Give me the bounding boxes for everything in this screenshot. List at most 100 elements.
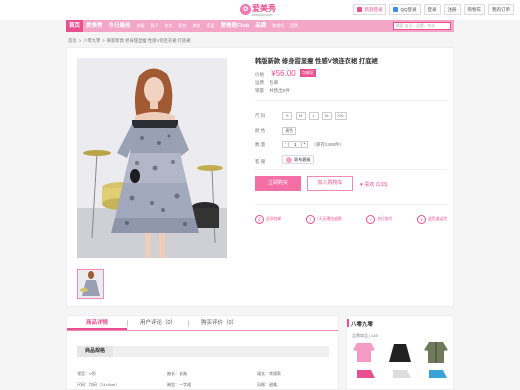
color-option[interactable]: 黄色 <box>282 127 297 135</box>
tab-purchase-reviews[interactable]: 购买评价（0） <box>189 316 249 330</box>
weibo-login-link[interactable]: 新浪登录 <box>353 4 387 15</box>
nav-item-beauty[interactable]: 美妆 <box>190 20 204 32</box>
site-logo[interactable]: ✿ 爱美秀 aimeixiu.com <box>240 3 284 18</box>
sidebar-product[interactable] <box>349 368 379 390</box>
breadcrumb-home[interactable]: 首页 <box>68 38 77 44</box>
quantity-row: 数 量 -1 + （库存2499件） <box>255 141 344 148</box>
quantity-input[interactable]: 1 <box>289 141 302 148</box>
breadcrumb-category[interactable]: 八零九零 <box>83 38 100 44</box>
tab-user-reviews[interactable]: 用户评论（0） <box>128 316 188 330</box>
nav-item-home-goods[interactable]: 家居 <box>204 20 218 32</box>
sidebar-brand-line: 品牌商品 | 185 <box>352 333 378 338</box>
model-dress-illustration <box>77 58 227 258</box>
check-icon: √ <box>366 215 376 224</box>
my-orders-link[interactable]: 我的订单 <box>488 4 514 15</box>
sales-value: 共售出0件 <box>269 88 290 93</box>
price-row: 价格 ¥56.00 包邮区 <box>255 69 316 78</box>
divider <box>255 204 447 205</box>
green-jacket-image <box>424 342 448 363</box>
logo-domain: aimeixiu.com <box>252 13 273 17</box>
size-option-s[interactable]: S <box>282 112 293 120</box>
product-photo[interactable] <box>77 58 227 258</box>
sales-row: 销量 共售出0件 <box>255 88 290 94</box>
add-to-cart-button[interactable]: 加入购物车 <box>307 176 353 191</box>
quantity-label: 数 量 <box>255 141 266 147</box>
tab-product-details[interactable]: 商品详情 <box>67 316 127 330</box>
spec-item: 领型：V领 <box>77 371 96 376</box>
sidebar-product[interactable] <box>421 368 451 390</box>
sidebar-product[interactable] <box>349 340 379 364</box>
nav-item-clothes[interactable]: 衣服 <box>134 20 148 32</box>
spec-item: 裙长：常规款 <box>257 371 281 376</box>
product-info: 韩版新款 修身甜显瘦 性感V领连衣裙 打底裙 价格 ¥56.00 包邮区 运费 … <box>255 56 447 224</box>
blue-jacket-image <box>429 370 447 378</box>
sidebar-product[interactable] <box>385 368 415 390</box>
size-option-xl[interactable]: XL <box>322 112 333 120</box>
breadcrumb-separator: > <box>102 38 105 43</box>
brand-sidebar: 八零九零 品牌商品 | 185 <box>346 315 454 390</box>
breadcrumb-current: 韩新新款 修身甜显瘦 性感V领连衣裙 打底裙 <box>106 38 191 43</box>
color-label: 颜 色 <box>255 128 266 133</box>
breadcrumb-separator: > <box>78 38 82 43</box>
service-label: 客 服 <box>255 158 266 164</box>
nav-item-accessories[interactable]: 配饰 <box>176 20 190 32</box>
size-option-xxl[interactable]: XXL <box>335 112 347 120</box>
search-input[interactable]: 搜索 宝贝，品牌，杂志 <box>393 22 451 30</box>
size-row: 尺 码 S M L XL XXL <box>255 112 349 120</box>
nav-item-groupbuy[interactable]: 团购 <box>287 20 301 32</box>
sidebar-title: 八零九零 <box>351 322 374 328</box>
cart-link[interactable]: 购物车 <box>463 4 485 15</box>
guarantee-badges: 正全场包邮 7 7天无理由退换 √ 先行赔付 ¥ 退货退运险 <box>255 215 447 224</box>
nav-item-hot[interactable]: 今日最热 <box>106 20 134 32</box>
main-nav: 首页 爱美秀 今日最热 衣服 鞋子 包包 配饰 美妆 家居 爱美居Club 品牌… <box>66 20 454 32</box>
spec-header: 商品规格 <box>77 346 329 357</box>
qq-icon <box>393 7 399 12</box>
sidebar-product[interactable] <box>385 340 415 364</box>
nav-item-bags[interactable]: 包包 <box>162 20 176 32</box>
sidebar-product[interactable] <box>421 340 451 364</box>
avatar-icon <box>286 156 293 163</box>
top-bar: ✿ 爱美秀 aimeixiu.com 新浪登录 QQ登录 登录 注册 购物车 我… <box>0 0 520 20</box>
contact-service-button[interactable]: 联系客服 <box>282 155 315 164</box>
spec-item: 袖型：一字裙 <box>167 382 191 387</box>
accent-bar <box>347 319 349 327</box>
nav-item-camera[interactable]: 聚相机 <box>269 20 287 32</box>
shipping-row: 运费 包邮 <box>255 80 278 86</box>
price-tag-badge: 包邮区 <box>300 69 316 77</box>
quantity-increase-button[interactable]: + <box>301 141 309 148</box>
divider <box>255 100 447 101</box>
nav-item-club[interactable]: 爱美居Club <box>218 20 253 32</box>
size-option-m[interactable]: M <box>295 112 306 120</box>
nav-item-home[interactable]: 首页 <box>66 20 84 32</box>
nav-item-aimeixiu[interactable]: 爱美秀 <box>83 20 106 32</box>
red-coat-image <box>357 370 375 378</box>
nav-item-shoes[interactable]: 鞋子 <box>148 20 162 32</box>
sales-label: 销量 <box>255 88 264 93</box>
quantity-decrease-button[interactable]: - <box>282 141 290 148</box>
heart-icon: ♥ <box>360 182 363 188</box>
nav-item-brands[interactable]: 品牌 <box>252 20 269 32</box>
product-thumbnail[interactable] <box>77 269 104 299</box>
black-skirt-image <box>389 344 411 362</box>
weibo-icon <box>357 7 363 12</box>
yen-icon: ¥ <box>417 215 427 224</box>
size-label: 尺 码 <box>255 113 266 118</box>
shipping-label: 运费 <box>255 80 264 85</box>
login-link[interactable]: 登录 <box>423 4 441 15</box>
favorite-button[interactable]: ♥ 喜欢 (133) <box>360 181 387 188</box>
badge-return-insurance: ¥ 退货退运险 <box>417 215 447 224</box>
badge-free-shipping: 正全场包邮 <box>255 215 281 224</box>
size-option-l[interactable]: L <box>308 112 319 120</box>
color-row: 颜 色 黄色 <box>255 127 298 135</box>
product-detail-section: 商品详情 用户评论（0） 购买评价（0） 商品规格 领型：V领 袖长：长袖 裙长… <box>66 315 339 390</box>
stock-text: （库存2499件） <box>311 141 345 147</box>
buy-now-button[interactable]: 立即购买 <box>255 176 301 191</box>
qq-login-link[interactable]: QQ登录 <box>389 4 421 15</box>
price-label: 价格 <box>255 72 264 77</box>
register-link[interactable]: 注册 <box>443 4 461 15</box>
product-title: 韩版新款 修身甜显瘦 性感V领连衣裙 打底裙 <box>255 58 378 65</box>
service-row: 客 服 联系客服 <box>255 155 315 165</box>
seven-day-icon: 7 <box>305 215 315 224</box>
shield-icon: 正 <box>255 215 264 224</box>
badge-7day-return: 7 7天无理由退换 <box>305 215 342 224</box>
